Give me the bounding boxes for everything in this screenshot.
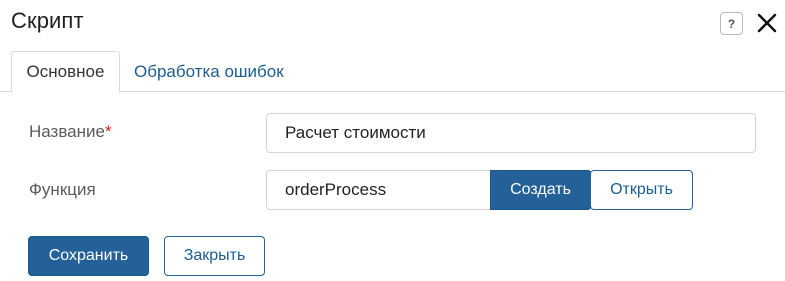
close-dialog-button[interactable] (756, 12, 778, 34)
tab-error-handling-label: Обработка ошибок (134, 61, 284, 81)
tab-bar: Основное Обработка ошибок (0, 51, 785, 93)
create-function-button[interactable]: Создать (490, 170, 591, 210)
script-dialog: Скрипт ? Основное Обработка ошибок Назва… (0, 0, 785, 281)
function-field-label: Функция (29, 180, 96, 199)
tab-error-handling[interactable]: Обработка ошибок (134, 51, 284, 92)
help-icon: ? (727, 16, 736, 31)
close-button[interactable]: Закрыть (164, 236, 265, 276)
tab-main-label: Основное (26, 62, 105, 81)
close-icon (757, 13, 777, 33)
name-input[interactable]: Расчет стоимости (266, 113, 756, 153)
function-input[interactable]: orderProcess (266, 170, 492, 210)
function-input-value: orderProcess (285, 180, 387, 199)
tab-main[interactable]: Основное (11, 51, 120, 93)
open-function-button[interactable]: Открыть (590, 170, 693, 210)
dialog-title: Скрипт (11, 8, 84, 33)
name-input-value: Расчет стоимости (285, 123, 426, 142)
name-label-text: Название (29, 122, 105, 141)
help-button[interactable]: ? (720, 12, 743, 35)
required-mark: * (104, 122, 112, 141)
name-field-label: Название* (29, 122, 112, 142)
save-button[interactable]: Сохранить (28, 236, 149, 276)
